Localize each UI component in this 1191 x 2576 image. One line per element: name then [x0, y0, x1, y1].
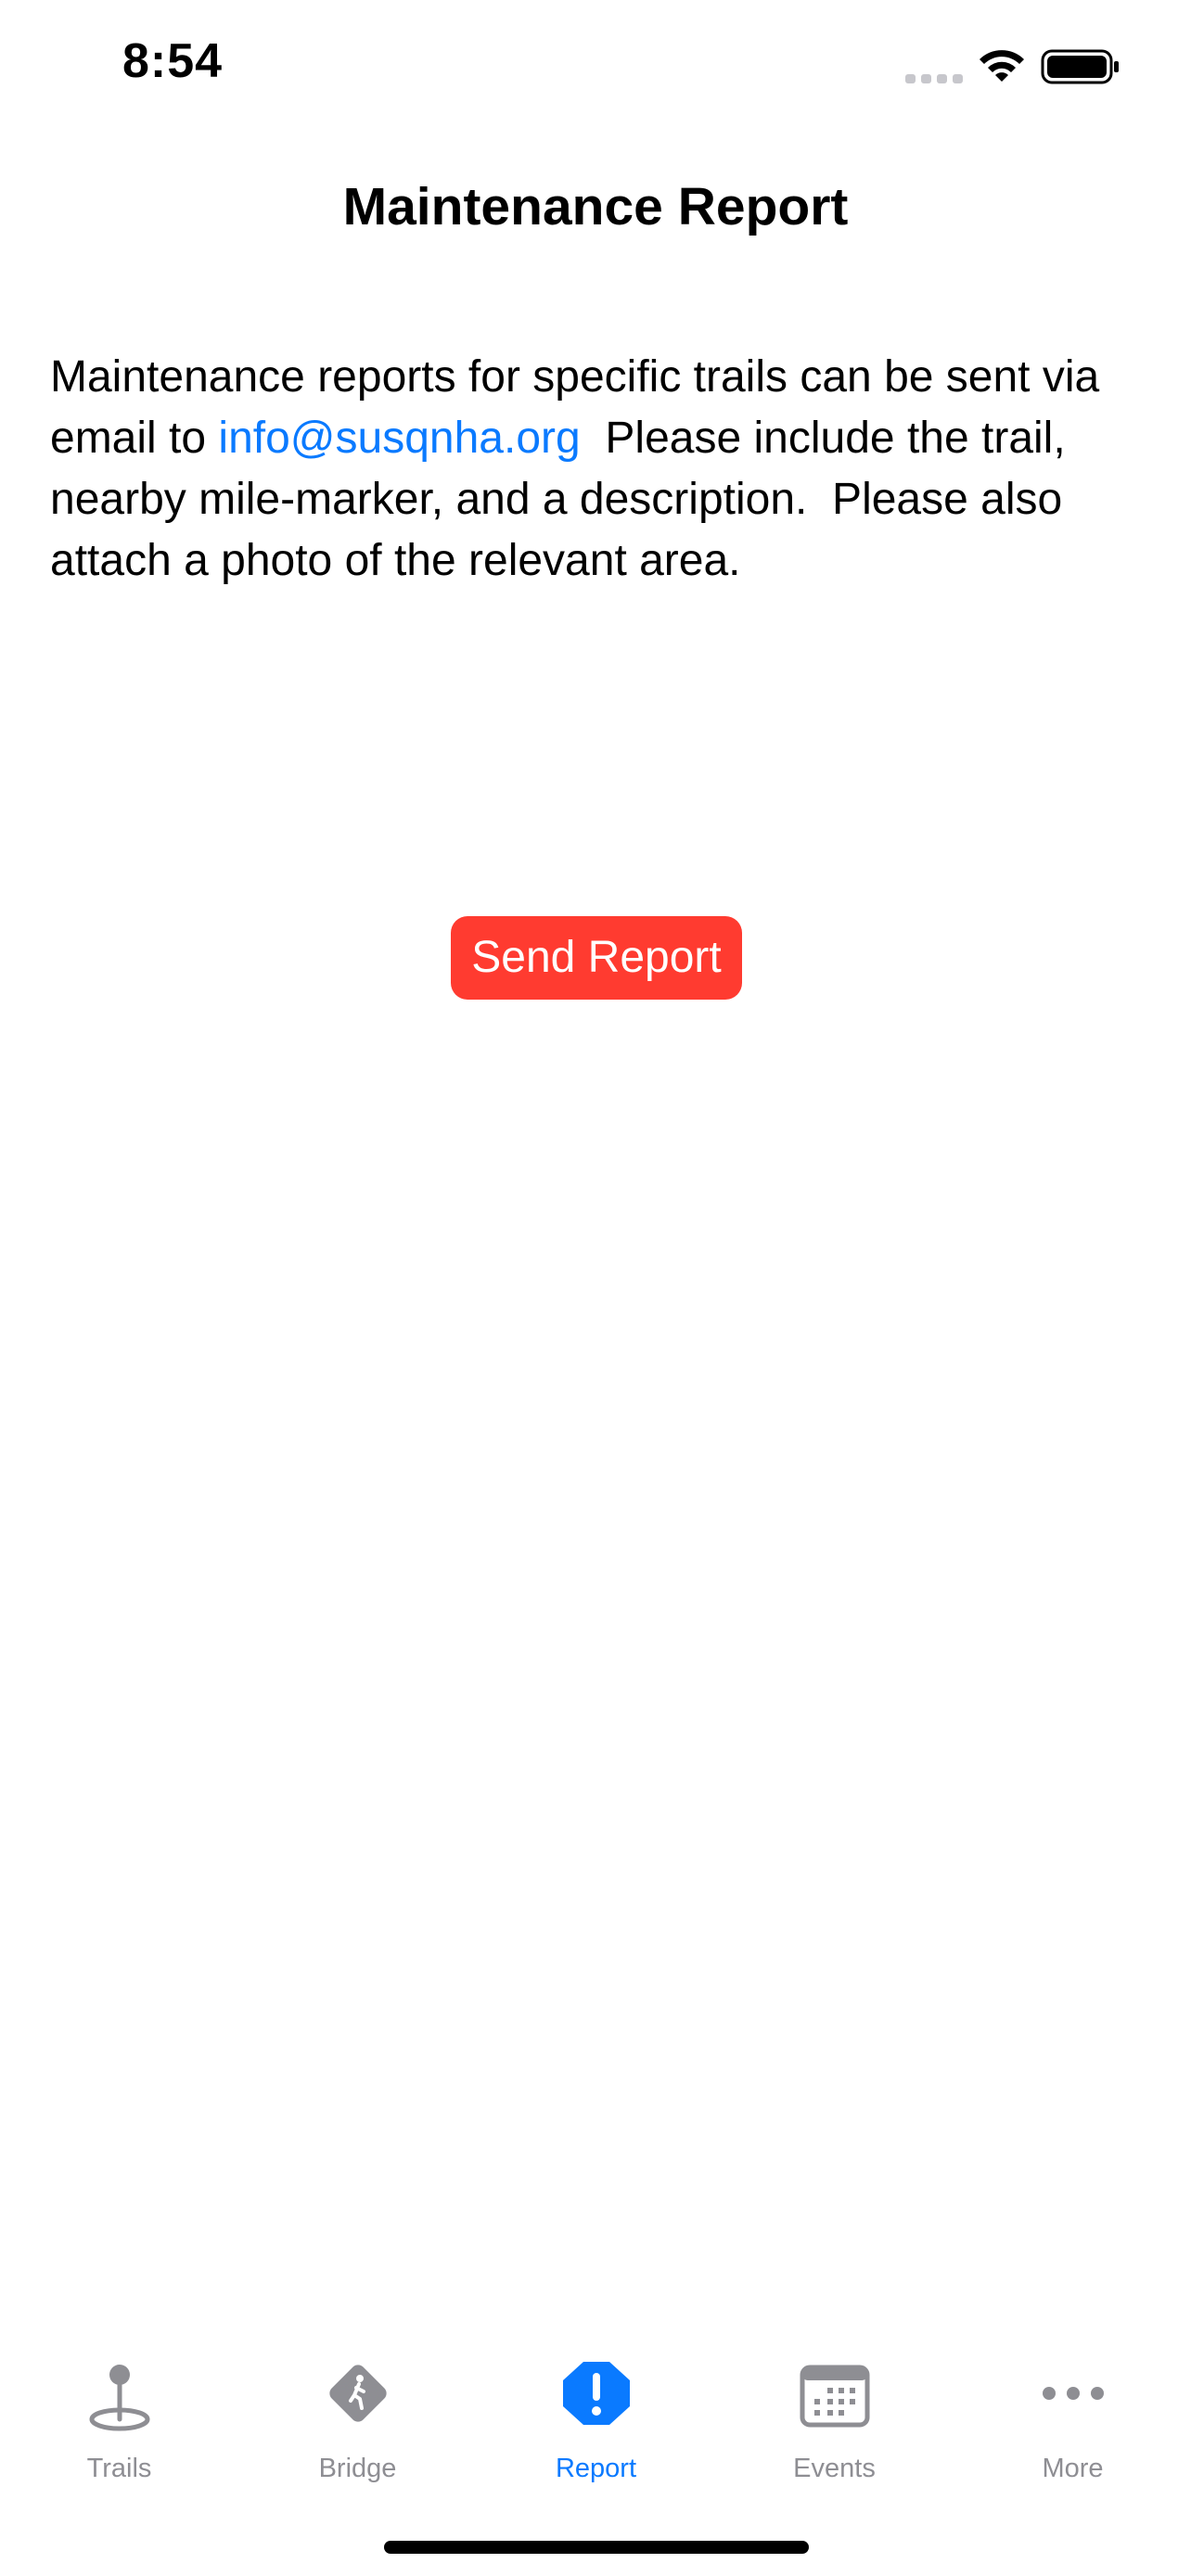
email-link[interactable]: info@susqnha.org: [218, 414, 580, 463]
maintenance-report-screen: 8:54 Maintenance Report Maintenance repo…: [0, 0, 1191, 2576]
tab-more[interactable]: More: [954, 2318, 1191, 2494]
tab-report[interactable]: Report: [477, 2318, 715, 2494]
status-time: 8:54: [122, 34, 224, 88]
battery-icon: [1041, 49, 1119, 84]
home-indicator[interactable]: [384, 2541, 809, 2554]
page-title: Maintenance Report: [342, 177, 849, 236]
tab-bridge-label: Bridge: [318, 2454, 397, 2483]
send-report-button[interactable]: Send Report: [451, 916, 742, 1000]
map-pin-icon: [89, 2365, 149, 2431]
ellipsis-icon: [1042, 2387, 1104, 2400]
tab-events[interactable]: Events: [715, 2318, 954, 2494]
calendar-icon: [800, 2365, 869, 2428]
tab-bridge[interactable]: Bridge: [238, 2318, 477, 2494]
tab-trails[interactable]: Trails: [0, 2318, 238, 2494]
status-bar: 8:54: [0, 0, 1191, 130]
tab-events-label: Events: [793, 2454, 876, 2483]
tab-report-label: Report: [555, 2454, 637, 2483]
report-instructions: Maintenance reports for specific trails …: [50, 347, 1154, 592]
pedestrian-sign-icon: [328, 2365, 387, 2422]
tab-more-label: More: [1042, 2454, 1104, 2483]
tab-trails-label: Trails: [86, 2454, 152, 2483]
cellular-signal-icon: [905, 74, 963, 83]
wifi-icon: [980, 50, 1024, 82]
exclamation-octagon-icon: [562, 2362, 630, 2425]
tab-bar: Trails Bridge Report Events More: [0, 2318, 1191, 2576]
